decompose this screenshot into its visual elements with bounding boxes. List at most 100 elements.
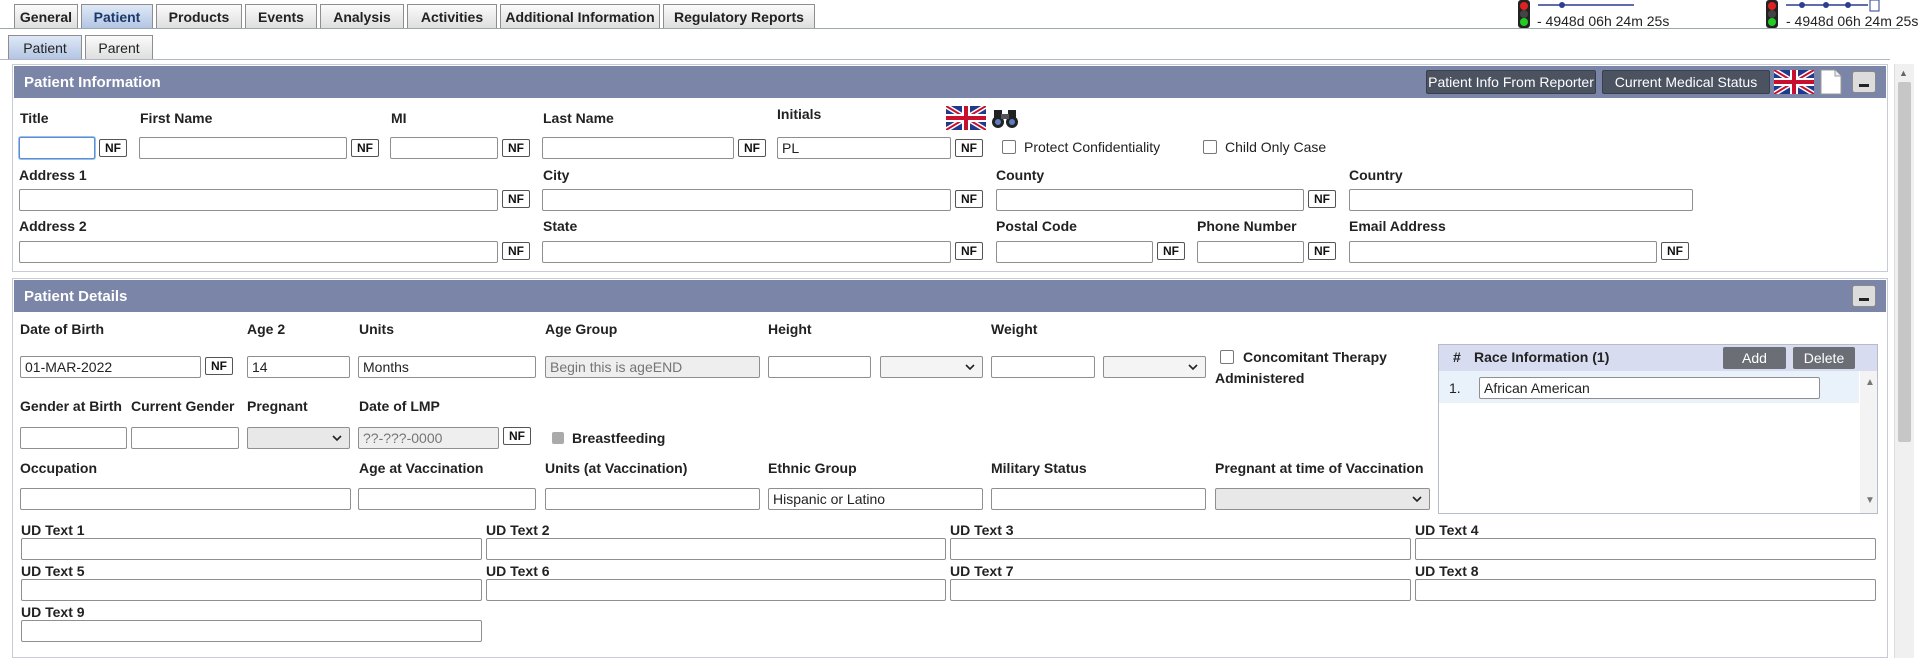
- race-scrollbar[interactable]: [1860, 371, 1877, 513]
- first-name-nf-button[interactable]: NF: [351, 139, 379, 157]
- race-add-button[interactable]: Add: [1723, 347, 1786, 369]
- first-name-label: First Name: [140, 110, 213, 126]
- tab-regulatory-reports[interactable]: Regulatory Reports: [663, 4, 815, 28]
- city-nf-button[interactable]: NF: [955, 190, 983, 208]
- address2-nf-button[interactable]: NF: [502, 242, 530, 260]
- age2-input[interactable]: [247, 356, 350, 378]
- scroll-down-icon[interactable]: ▼: [1865, 495, 1875, 506]
- traffic-light-icon: [1766, 0, 1778, 28]
- child-only-case-checkbox[interactable]: [1203, 140, 1217, 154]
- email-address-nf-button[interactable]: NF: [1661, 242, 1689, 260]
- ud-text-8-label: UD Text 8: [1415, 563, 1479, 579]
- pregnant-at-vaccination-select[interactable]: [1215, 488, 1430, 510]
- scrollbar[interactable]: ▲: [1894, 64, 1914, 658]
- collapse-patient-details-button[interactable]: [1852, 285, 1876, 307]
- county-label: County: [996, 167, 1045, 183]
- dob-nf-button[interactable]: NF: [205, 357, 233, 375]
- ud-text-9-input[interactable]: [21, 620, 482, 642]
- postal-code-input[interactable]: [996, 241, 1153, 263]
- state-input[interactable]: [542, 241, 951, 263]
- ud-text-7-input[interactable]: [950, 579, 1411, 601]
- last-name-input[interactable]: [542, 137, 734, 159]
- tab-patient[interactable]: Patient: [81, 4, 153, 28]
- dob-input[interactable]: [20, 356, 201, 378]
- pregnant-select[interactable]: [247, 427, 350, 449]
- uk-flag-icon[interactable]: [1774, 70, 1814, 94]
- gender-at-birth-input[interactable]: [20, 427, 127, 449]
- address1-input[interactable]: [19, 189, 498, 211]
- military-status-input[interactable]: [991, 488, 1206, 510]
- units-input[interactable]: [358, 356, 536, 378]
- height-unit-select[interactable]: [880, 356, 983, 378]
- scroll-up-icon[interactable]: ▲: [1865, 377, 1875, 388]
- subtab-divider: [0, 59, 1890, 60]
- address2-input[interactable]: [19, 241, 498, 263]
- first-name-input[interactable]: [139, 137, 347, 159]
- scroll-up-icon[interactable]: ▲: [1899, 68, 1908, 78]
- tab-events[interactable]: Events: [245, 4, 317, 28]
- tab-additional-information[interactable]: Additional Information: [500, 4, 660, 28]
- scrollbar-thumb[interactable]: [1898, 82, 1911, 442]
- units-at-vaccination-input[interactable]: [545, 488, 760, 510]
- binoculars-icon[interactable]: [990, 106, 1020, 130]
- race-delete-button[interactable]: Delete: [1793, 347, 1855, 369]
- ud-text-6-input[interactable]: [486, 579, 946, 601]
- ud-text-4-input[interactable]: [1415, 538, 1876, 560]
- tab-general[interactable]: General: [14, 4, 78, 28]
- initials-input[interactable]: [777, 137, 951, 159]
- address1-nf-button[interactable]: NF: [502, 190, 530, 208]
- collapse-patient-info-button[interactable]: [1852, 71, 1876, 93]
- title-nf-button[interactable]: NF: [99, 139, 127, 157]
- occupation-input[interactable]: [20, 488, 351, 510]
- race-row-input[interactable]: [1479, 377, 1820, 399]
- city-input[interactable]: [542, 189, 951, 211]
- subtab-patient[interactable]: Patient: [8, 35, 82, 59]
- patient-details-title: Patient Details: [24, 287, 128, 305]
- postal-code-nf-button[interactable]: NF: [1157, 242, 1185, 260]
- email-address-input[interactable]: [1349, 241, 1657, 263]
- ud-text-3-input[interactable]: [950, 538, 1411, 560]
- date-of-lmp-nf-button[interactable]: NF: [503, 427, 531, 445]
- patient-details-header: Patient Details: [14, 280, 1886, 312]
- weight-input[interactable]: [991, 356, 1095, 378]
- initials-nf-button[interactable]: NF: [955, 139, 983, 157]
- chevron-down-icon: [1412, 496, 1422, 503]
- document-icon[interactable]: [1820, 69, 1842, 95]
- ud-text-5-label: UD Text 5: [21, 563, 85, 579]
- tab-products[interactable]: Products: [156, 4, 242, 28]
- tab-activities[interactable]: Activities: [407, 4, 497, 28]
- protect-confidentiality-checkbox[interactable]: [1002, 140, 1016, 154]
- concomitant-therapy-checkbox[interactable]: [1220, 350, 1234, 364]
- ud-text-9-label: UD Text 9: [21, 604, 85, 620]
- title-input[interactable]: [19, 137, 95, 159]
- uk-flag-icon[interactable]: [946, 106, 986, 130]
- ud-text-2-input[interactable]: [486, 538, 946, 560]
- tab-analysis[interactable]: Analysis: [320, 4, 404, 28]
- ud-text-8-input[interactable]: [1415, 579, 1876, 601]
- country-input[interactable]: [1349, 189, 1693, 211]
- ud-text-6-label: UD Text 6: [486, 563, 550, 579]
- ud-text-5-input[interactable]: [21, 579, 482, 601]
- mi-nf-button[interactable]: NF: [502, 139, 530, 157]
- last-name-nf-button[interactable]: NF: [738, 139, 766, 157]
- current-gender-input[interactable]: [131, 427, 239, 449]
- county-input[interactable]: [996, 189, 1304, 211]
- mi-input[interactable]: [390, 137, 498, 159]
- state-label: State: [543, 218, 578, 234]
- ud-text-1-input[interactable]: [21, 538, 482, 560]
- current-medical-status-button[interactable]: Current Medical Status: [1602, 70, 1770, 94]
- phone-number-input[interactable]: [1197, 241, 1304, 263]
- timeline-icon: [1538, 2, 1634, 8]
- ethnic-group-input[interactable]: [768, 488, 983, 510]
- weight-unit-select[interactable]: [1103, 356, 1206, 378]
- subtab-parent[interactable]: Parent: [85, 35, 153, 59]
- height-input[interactable]: [768, 356, 871, 378]
- state-nf-button[interactable]: NF: [955, 242, 983, 260]
- current-gender-label: Current Gender: [131, 398, 235, 414]
- chevron-down-icon: [1188, 364, 1198, 371]
- age-at-vaccination-input[interactable]: [358, 488, 536, 510]
- patient-info-from-reporter-button[interactable]: Patient Info From Reporter: [1426, 70, 1596, 94]
- phone-number-nf-button[interactable]: NF: [1308, 242, 1336, 260]
- county-nf-button[interactable]: NF: [1308, 190, 1336, 208]
- age-group-input: [545, 356, 760, 378]
